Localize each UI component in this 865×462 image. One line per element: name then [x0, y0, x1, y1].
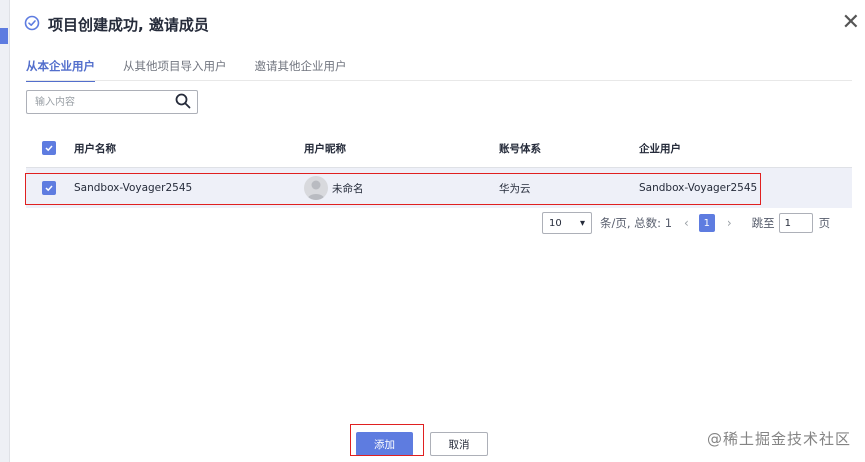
- goto-page-input[interactable]: [778, 213, 813, 233]
- select-all-checkbox[interactable]: [42, 141, 56, 155]
- pagination-summary: 条/页, 总数: 1: [600, 216, 673, 230]
- goto-label: 跳至: [751, 216, 775, 230]
- page-size-select[interactable]: 10 ▾: [542, 212, 592, 234]
- tab-bar: 从本企业用户 从其他项目导入用户 邀请其他企业用户: [26, 58, 347, 82]
- header-enterprise-user[interactable]: 企业用户: [639, 141, 849, 156]
- page-unit-label: 页: [818, 216, 831, 230]
- cell-enterprise-user: Sandbox-Voyager2545: [639, 182, 758, 194]
- tab-invite-other-enterprise[interactable]: 邀请其他企业用户: [255, 58, 347, 82]
- close-icon[interactable]: ✕: [842, 12, 860, 34]
- header-nickname[interactable]: 用户昵称: [304, 141, 499, 156]
- pagination: 10 ▾ 条/页, 总数: 1 ‹ 1 › 跳至 页: [542, 212, 830, 234]
- cancel-button[interactable]: 取消: [430, 432, 488, 456]
- cell-nickname: 未命名: [304, 176, 499, 200]
- nickname-text: 未命名: [332, 182, 364, 195]
- page-size-value: 10: [549, 217, 562, 229]
- next-page-icon[interactable]: ›: [727, 216, 732, 230]
- tab-import-from-project[interactable]: 从其他项目导入用户: [123, 58, 227, 82]
- cell-account-system: 华为云: [499, 182, 531, 195]
- page-number-current[interactable]: 1: [698, 214, 715, 232]
- watermark: @稀土掘金技术社区: [706, 430, 851, 448]
- header-username[interactable]: 用户名称: [74, 141, 304, 156]
- search-input[interactable]: [33, 91, 167, 113]
- success-check-icon: [24, 15, 40, 34]
- table-header: 用户名称 用户昵称 账号体系 企业用户: [26, 130, 852, 168]
- add-button[interactable]: 添加: [356, 432, 413, 456]
- users-table: 用户名称 用户昵称 账号体系 企业用户 Sandbox-Voyager2545 …: [26, 130, 852, 208]
- avatar: [304, 176, 328, 200]
- prev-page-icon[interactable]: ‹: [684, 216, 689, 230]
- background-tab-fragment: [0, 28, 8, 44]
- header-account-system[interactable]: 账号体系: [499, 141, 639, 156]
- row-checkbox[interactable]: [42, 180, 56, 195]
- tab-divider: [26, 80, 852, 81]
- dialog-header: 项目创建成功, 邀请成员: [24, 14, 209, 35]
- caret-down-icon: ▾: [579, 217, 585, 229]
- cell-username: Sandbox-Voyager2545: [74, 182, 193, 194]
- search-icon[interactable]: [175, 93, 191, 112]
- table-row[interactable]: Sandbox-Voyager2545 未命名 华为云 Sandbox-Voya…: [26, 168, 852, 208]
- search-box: [26, 90, 198, 114]
- dialog-title: 项目创建成功, 邀请成员: [48, 16, 209, 34]
- tab-enterprise-users[interactable]: 从本企业用户: [26, 58, 95, 82]
